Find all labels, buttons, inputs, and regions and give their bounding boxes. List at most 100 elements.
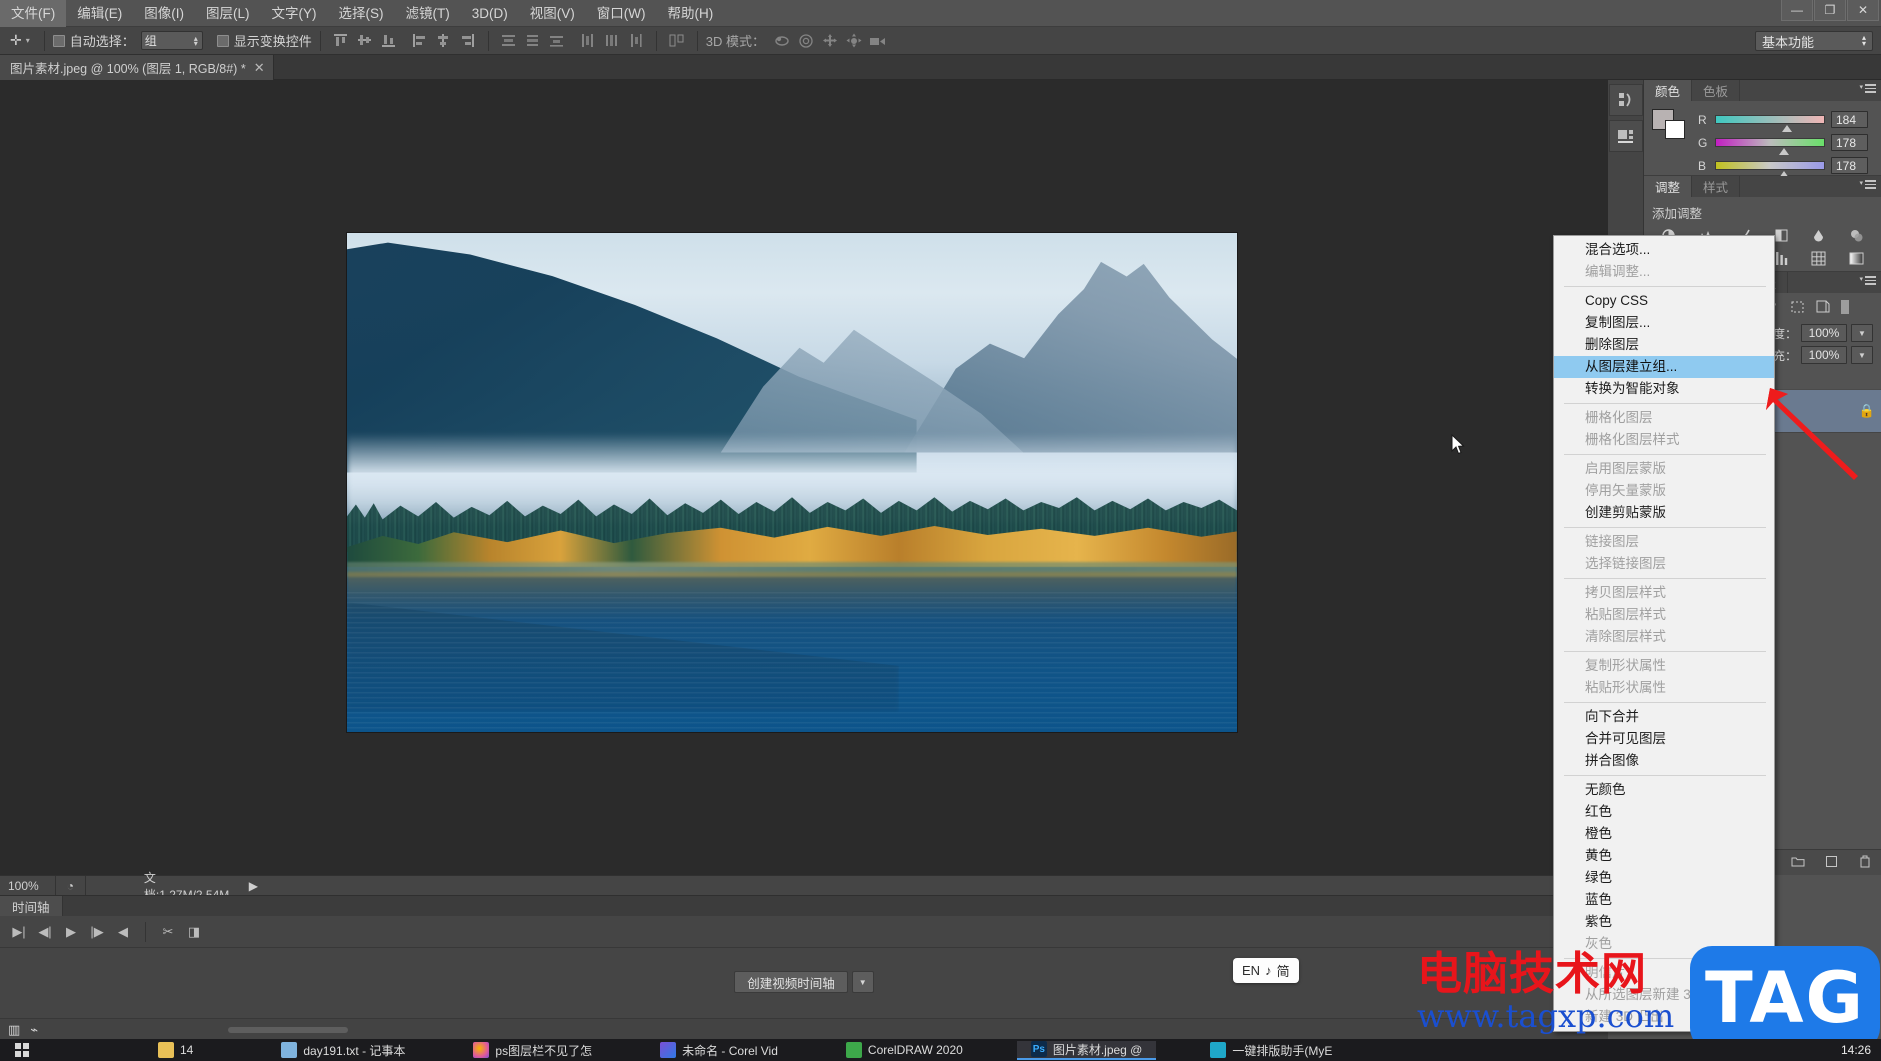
align-right-edges-icon[interactable] [459, 32, 477, 50]
canvas-area[interactable] [0, 80, 1608, 875]
menu-item-select[interactable]: 选择(S) [328, 0, 395, 27]
taskbar-item-3[interactable]: 未命名 - Corel Vid [646, 1042, 792, 1059]
fill-value[interactable]: 100% [1801, 346, 1847, 364]
context-menu-item[interactable]: 转换为智能对象 [1554, 378, 1774, 400]
gradient-map-icon[interactable] [1840, 249, 1873, 267]
document-tab[interactable]: 图片素材.jpeg @ 100% (图层 1, RGB/8#) * ✕ [0, 55, 274, 80]
hue-saturation-icon[interactable] [1840, 226, 1873, 244]
rotate-3d-icon[interactable] [773, 32, 791, 50]
status-expand-arrow-icon[interactable]: ▶ [239, 879, 268, 893]
menu-item-type[interactable]: 文字(Y) [261, 0, 328, 27]
auto-select-checkbox[interactable] [52, 34, 65, 47]
close-button[interactable]: ✕ [1847, 0, 1879, 21]
menu-item-3d[interactable]: 3D(D) [461, 0, 519, 27]
auto-select-scope-dropdown[interactable]: 组 ▴ ▾ [140, 31, 203, 50]
opacity-dropdown-button[interactable]: ▼ [1851, 324, 1873, 342]
ime-status-badge[interactable]: EN ♪ 简 [1233, 958, 1299, 983]
channel-slider-b[interactable] [1715, 161, 1825, 178]
workspace-switcher[interactable]: 基本功能 ▴ ▾ [1755, 31, 1873, 51]
roll-3d-icon[interactable] [797, 32, 815, 50]
pan-3d-icon[interactable] [821, 32, 839, 50]
audio-mute-button[interactable]: ◀ [110, 919, 136, 945]
align-vertical-centers-icon[interactable] [356, 32, 374, 50]
timeline-type-dropdown[interactable]: ▼ [851, 971, 874, 993]
delete-layer-icon[interactable] [1859, 855, 1871, 871]
context-menu-item[interactable]: 从图层建立组... [1554, 356, 1774, 378]
taskbar-item-4[interactable]: CorelDRAW 2020 [832, 1042, 977, 1058]
color-lookup-icon[interactable] [1803, 249, 1836, 267]
context-menu-item[interactable]: 混合选项... [1554, 239, 1774, 261]
panel-menu-button[interactable]: ▾ [1859, 84, 1876, 93]
distribute-top-edges-icon[interactable] [500, 32, 518, 50]
close-icon[interactable]: ✕ [254, 60, 265, 76]
timeline-grid-icon[interactable]: ▥ [8, 1022, 20, 1038]
taskbar-item-6[interactable]: 一键排版助手(MyE [1196, 1042, 1346, 1059]
rail-panel-history[interactable] [1609, 84, 1643, 116]
new-layer-icon[interactable] [1825, 855, 1838, 871]
menu-item-edit[interactable]: 编辑(E) [66, 0, 133, 27]
taskbar-clock[interactable]: 14:26 [1841, 1043, 1871, 1057]
fill-dropdown-button[interactable]: ▼ [1851, 346, 1873, 364]
split-at-playhead-button[interactable]: ✂ [155, 919, 181, 945]
timeline-render-icon[interactable]: ⌁ [30, 1022, 38, 1038]
rail-panel-3d[interactable] [1609, 120, 1643, 152]
filter-shape-icon[interactable] [1790, 300, 1805, 317]
filter-smart-object-icon[interactable] [1815, 300, 1830, 317]
vibrance-icon[interactable] [1803, 226, 1836, 244]
distribute-left-edges-icon[interactable] [579, 32, 597, 50]
context-menu-item[interactable]: 复制图层... [1554, 312, 1774, 334]
distribute-bottom-edges-icon[interactable] [548, 32, 566, 50]
slide-3d-icon[interactable] [845, 32, 863, 50]
zoom-level-field[interactable]: 100% [0, 879, 55, 893]
taskbar-item-2[interactable]: ps图层栏不见了怎 [459, 1042, 606, 1059]
menu-item-filter[interactable]: 滤镜(T) [395, 0, 461, 27]
tab-swatches[interactable]: 色板 [1692, 80, 1741, 101]
context-menu-item[interactable]: 蓝色 [1554, 889, 1774, 911]
background-color-swatch[interactable] [1665, 120, 1685, 139]
show-transform-checkbox[interactable] [216, 34, 229, 47]
taskbar-item-0[interactable]: 14 [144, 1042, 207, 1058]
context-menu-item[interactable]: 绿色 [1554, 867, 1774, 889]
menu-item-help[interactable]: 帮助(H) [656, 0, 724, 27]
tab-adjustments[interactable]: 调整 [1644, 176, 1693, 197]
panel-menu-button[interactable]: ▾ [1859, 276, 1876, 285]
distribute-right-edges-icon[interactable] [627, 32, 645, 50]
auto-align-layers-icon[interactable] [668, 32, 686, 50]
filter-toggle-icon[interactable] [1840, 299, 1850, 318]
taskbar-item-1[interactable]: day191.txt - 记事本 [267, 1042, 419, 1059]
transition-button[interactable]: ◨ [181, 919, 207, 945]
context-menu-item[interactable]: 合并可见图层 [1554, 728, 1774, 750]
align-top-edges-icon[interactable] [332, 32, 350, 50]
channel-slider-g[interactable] [1715, 138, 1825, 155]
align-horizontal-centers-icon[interactable] [435, 32, 453, 50]
channel-value-r[interactable]: 184 [1831, 111, 1868, 128]
menu-item-view[interactable]: 视图(V) [519, 0, 586, 27]
context-menu-item[interactable]: 无颜色 [1554, 779, 1774, 801]
color-swatches[interactable] [1652, 109, 1686, 139]
canvas-image-mountain-lake[interactable] [347, 233, 1237, 732]
context-menu-item[interactable]: 橙色 [1554, 823, 1774, 845]
go-to-first-frame-button[interactable]: ▶| [6, 919, 32, 945]
start-button[interactable] [0, 1043, 44, 1057]
channel-value-b[interactable]: 178 [1831, 157, 1868, 174]
distribute-horizontal-centers-icon[interactable] [603, 32, 621, 50]
opacity-value[interactable]: 100% [1801, 324, 1847, 342]
context-menu-item[interactable]: 黄色 [1554, 845, 1774, 867]
play-button[interactable]: ▶ [58, 919, 84, 945]
menu-item-layer[interactable]: 图层(L) [195, 0, 261, 27]
timeline-zoom-scrollbar[interactable] [228, 1026, 349, 1033]
context-menu-item[interactable]: 红色 [1554, 801, 1774, 823]
taskbar-item-photoshop[interactable]: Ps 图片素材.jpeg @ [1016, 1040, 1157, 1060]
tab-color[interactable]: 颜色 [1644, 80, 1693, 101]
context-menu-item[interactable]: 紫色 [1554, 911, 1774, 933]
context-menu-item[interactable]: 向下合并 [1554, 706, 1774, 728]
tab-timeline[interactable]: 时间轴 [0, 896, 63, 916]
align-left-edges-icon[interactable] [411, 32, 429, 50]
layer-context-menu[interactable]: 混合选项... 编辑调整... Copy CSS 复制图层... 删除图层 从图层建立组.… [1553, 235, 1775, 1032]
previous-frame-button[interactable]: ◀| [32, 919, 58, 945]
new-group-icon[interactable] [1791, 855, 1805, 870]
document-info-icon[interactable]: ◔ [56, 879, 85, 893]
slider-thumb[interactable] [1779, 148, 1789, 155]
context-menu-item[interactable]: 删除图层 [1554, 334, 1774, 356]
align-bottom-edges-icon[interactable] [380, 32, 398, 50]
